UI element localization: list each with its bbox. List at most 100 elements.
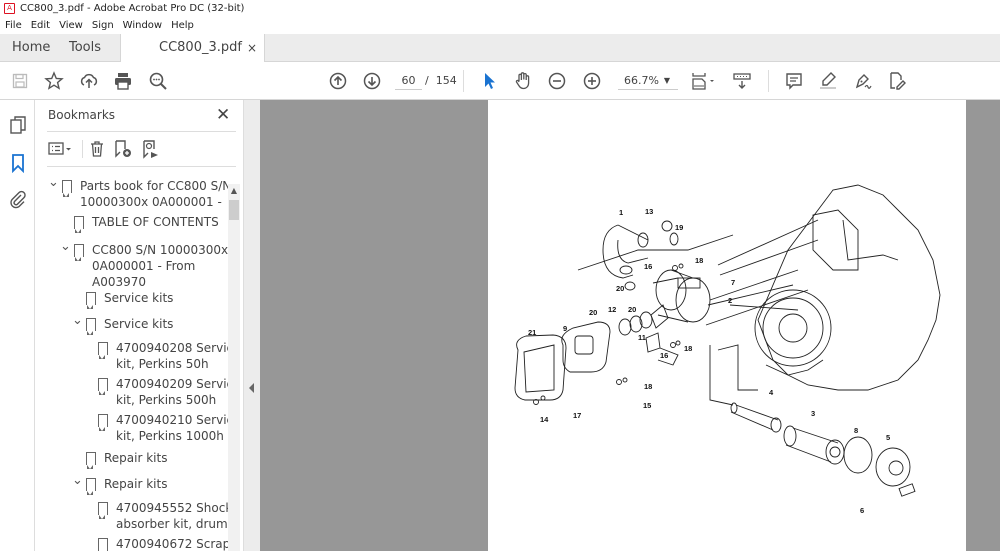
print-icon[interactable] xyxy=(112,70,134,92)
page-up-icon[interactable] xyxy=(327,70,349,92)
close-tab-icon[interactable]: × xyxy=(247,34,257,62)
end-cap xyxy=(875,447,911,487)
menu-window[interactable]: Window xyxy=(123,20,162,31)
page-separator: / xyxy=(425,74,429,87)
zoom-level-select[interactable]: 66.7% ▼ xyxy=(618,72,678,90)
panel-tool-divider xyxy=(82,140,83,158)
pdf-page: 1 13 19 18 16 7 2 20 12 20 11 16 18 21 9 18 15 14 17 4 3 8 5 6 2… xyxy=(488,100,966,551)
part-number-label: 18 xyxy=(684,344,692,353)
document-view[interactable]: 1 13 19 18 16 7 2 20 12 20 11 16 18 21 9 18 15 14 17 4 3 8 5 6 2… xyxy=(260,100,1000,551)
page-total: / 154 xyxy=(425,72,457,90)
bookmark-icon xyxy=(74,216,84,233)
close-panel-icon[interactable]: ✕ xyxy=(216,105,230,125)
save-icon[interactable] xyxy=(9,70,31,92)
part-number-label: 2 xyxy=(728,296,732,305)
bookmark-item[interactable]: 4700940672 Scraper xyxy=(98,536,228,551)
part-number-label: 3 xyxy=(811,409,815,418)
highlight-icon[interactable] xyxy=(817,70,839,92)
hand-icon[interactable] xyxy=(512,70,534,92)
bookmark-icon xyxy=(98,502,108,519)
bookmarks-icon[interactable] xyxy=(7,152,29,174)
part-number-label: 17 xyxy=(573,411,581,420)
bookmark-icon xyxy=(98,414,108,431)
part-number-label: 20 xyxy=(628,305,636,314)
part-number-label: 9 xyxy=(563,324,567,333)
upload-icon[interactable] xyxy=(78,70,100,92)
bookmark-star-icon[interactable] xyxy=(43,70,65,92)
panel-splitter[interactable] xyxy=(243,100,260,551)
expand-chevron-icon[interactable]: ⌄ xyxy=(60,240,74,290)
chevron-down-icon: ▼ xyxy=(663,76,670,85)
bookmark-icon xyxy=(62,180,72,197)
bookmark-item[interactable]: ⌄ Service kits xyxy=(72,314,173,335)
bookmark-options-button[interactable] xyxy=(48,138,74,160)
fit-page-icon[interactable] xyxy=(689,70,719,92)
collapse-panel-icon[interactable] xyxy=(249,383,254,393)
bookmark-item[interactable]: ⌄ CC800 S/N 10000300x 0A000001 - From A00… xyxy=(60,240,228,290)
part-number-label: 16 xyxy=(644,262,652,271)
sign-icon[interactable] xyxy=(852,70,874,92)
zoom-in-icon[interactable] xyxy=(581,70,603,92)
bookmark-item[interactable]: 4700940208 Service kit, Perkins 50h xyxy=(98,340,228,372)
bookmark-item[interactable]: ⌄ Repair kits xyxy=(72,474,168,495)
precleaner xyxy=(561,321,611,373)
title-bar: A CC800_3.pdf - Adobe Acrobat Pro DC (32… xyxy=(0,0,1000,17)
menu-edit[interactable]: Edit xyxy=(31,20,50,31)
bookmark-icon xyxy=(86,318,96,335)
tab-document-label: CC800_3.pdf xyxy=(159,40,242,55)
bookmark-icon xyxy=(98,538,108,551)
tab-document[interactable]: CC800_3.pdf × xyxy=(120,34,265,63)
expand-chevron-icon[interactable]: ⌄ xyxy=(48,176,62,210)
bookmark-item[interactable]: ⌄ Parts book for CC800 S/N 10000300x 0A00… xyxy=(48,176,228,210)
expand-chevron-icon[interactable]: ⌄ xyxy=(72,474,86,492)
bookmark-label: 4700940210 Service kit, Perkins 1000h xyxy=(116,413,228,443)
page-down-icon[interactable] xyxy=(361,70,383,92)
part-number-label: 20 xyxy=(616,284,624,293)
bookmark-item[interactable]: Repair kits xyxy=(86,450,167,469)
tab-tools[interactable]: Tools xyxy=(69,34,101,62)
part-number-label: 5 xyxy=(886,433,890,442)
bookmark-item[interactable]: 4700945552 Shock absorber kit, drum xyxy=(98,500,228,532)
expand-chevron-icon[interactable]: ⌄ xyxy=(72,314,86,332)
bookmark-icon xyxy=(74,244,84,261)
page-number-input[interactable]: 60 xyxy=(395,72,422,90)
scroll-up-icon[interactable]: ▲ xyxy=(228,184,240,198)
bookmarks-scrollbar[interactable]: ▲ xyxy=(228,184,240,551)
comment-icon[interactable] xyxy=(783,70,805,92)
bookmark-label: 4700940208 Service kit, Perkins 50h xyxy=(116,341,228,371)
part-number-label: 19 xyxy=(675,223,683,232)
zoom-out-icon[interactable] xyxy=(546,70,568,92)
delete-bookmark-icon[interactable] xyxy=(89,138,105,160)
bookmark-label: Repair kits xyxy=(104,477,168,491)
part-number-label: 4 xyxy=(769,388,774,397)
bookmark-label: Parts book for CC800 S/N 10000300x 0A000… xyxy=(80,179,228,209)
part-number-label: 13 xyxy=(645,207,653,216)
gasket-frame xyxy=(514,334,567,401)
menu-file[interactable]: File xyxy=(5,20,22,31)
bookmark-icon xyxy=(98,378,108,395)
menu-help[interactable]: Help xyxy=(171,20,194,31)
new-bookmark-icon[interactable] xyxy=(114,138,134,160)
part-number-label: 8 xyxy=(854,426,858,435)
panel-title: Bookmarks xyxy=(48,108,116,122)
scroll-thumb[interactable] xyxy=(229,200,239,220)
panel-divider xyxy=(47,131,236,132)
menu-view[interactable]: View xyxy=(59,20,83,31)
fill-sign-icon[interactable] xyxy=(886,70,908,92)
bookmark-item[interactable]: 4700940210 Service kit, Perkins 1000h xyxy=(98,412,228,444)
bookmark-icon xyxy=(86,478,96,495)
air-filter-housing xyxy=(675,277,711,323)
total-pages: 154 xyxy=(435,74,457,87)
menu-sign[interactable]: Sign xyxy=(92,20,114,31)
search-zoom-icon[interactable] xyxy=(147,70,169,92)
flywheel-housing xyxy=(754,289,832,367)
scroll-mode-icon[interactable] xyxy=(731,70,753,92)
tab-home[interactable]: Home xyxy=(12,34,50,62)
bookmark-item[interactable]: TABLE OF CONTENTS xyxy=(74,214,219,233)
select-arrow-icon[interactable] xyxy=(478,70,500,92)
bookmark-item[interactable]: 4700940209 Service kit, Perkins 500h xyxy=(98,376,228,408)
page-thumbnails-icon[interactable] xyxy=(7,114,29,136)
attachments-icon[interactable] xyxy=(7,188,29,210)
bookmark-item[interactable]: Service kits xyxy=(86,290,173,309)
find-bookmark-icon[interactable] xyxy=(142,138,160,160)
